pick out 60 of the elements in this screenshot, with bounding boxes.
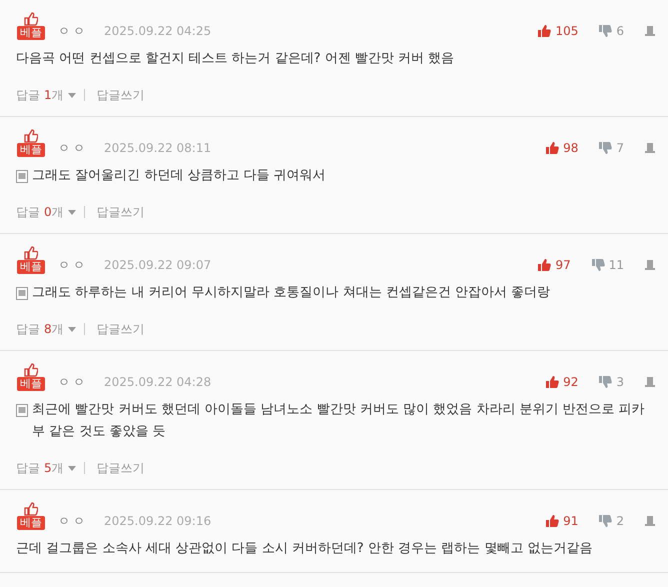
- like-count[interactable]: 105: [555, 22, 578, 40]
- best-badge: 베플: [17, 143, 45, 157]
- thumbs-down-icon: [590, 258, 605, 272]
- dislike-count[interactable]: 6: [616, 22, 624, 40]
- author-name: ㅇㅇ: [58, 257, 88, 274]
- thumbs-up-icon: [24, 246, 38, 260]
- comment-text: 최근에 빨간맛 커버도 했던데 아이돌들 남녀노소 빨간맛 커버도 많이 했었음 차라리 분위기 반전으로 피카부 같은 것도 좋았을 듯: [32, 401, 646, 441]
- thumbs-up-icon: [24, 363, 38, 377]
- comment-date: 2025.09.22 04:25: [104, 23, 212, 40]
- best-badge: 베플: [17, 26, 45, 40]
- replies-toggle[interactable]: 답글 0개: [16, 203, 76, 221]
- caret-icon: [68, 326, 76, 332]
- like-count[interactable]: 97: [555, 256, 571, 274]
- thumbs-up-icon: [24, 502, 38, 516]
- comment-text: 그래도 잘어울리긴 하던데 상큼하고 다들 귀여워서: [32, 167, 326, 185]
- replies-toggle[interactable]: 답글 8개: [16, 320, 76, 338]
- dislike-count[interactable]: 7: [616, 139, 624, 157]
- thumbs-down-icon: [598, 141, 612, 155]
- best-badge: 베플: [17, 377, 45, 391]
- caret-icon: [68, 92, 76, 98]
- comment-text: 다음곡 어떤 컨셉으로 할건지 테스트 하는거 같은데? 어젠 빨간맛 커버 했음: [16, 50, 454, 68]
- like-count[interactable]: 98: [563, 139, 578, 157]
- image-icon: [16, 170, 28, 183]
- dislike-count[interactable]: 2: [616, 512, 624, 530]
- caret-icon: [68, 466, 76, 470]
- comment-text: 그래도 하루하는 내 커리어 무시하지말라 호통질이나 쳐대는 컨셉같은건 안잡아서 좋더랑: [32, 284, 550, 302]
- author-name: ㅇㅇ: [58, 374, 88, 391]
- dislike-count[interactable]: 11: [608, 256, 624, 274]
- thumbs-up-icon: [537, 258, 552, 272]
- thumbs-up-icon: [545, 141, 560, 155]
- write-reply-link[interactable]: 답글쓰기: [96, 203, 145, 221]
- best-badge: 베플: [17, 516, 45, 530]
- like-count[interactable]: 92: [563, 373, 578, 391]
- author-name: ㅇㅇ: [58, 513, 88, 530]
- thumbs-down-icon: [598, 514, 612, 528]
- write-reply-link[interactable]: 답글쓰기: [96, 320, 145, 338]
- caret-icon: [68, 210, 76, 214]
- comment-text: 근데 걸그룹은 소속사 세대 상관없이 다들 소시 커버하던데? 안한 경우는 랩하는 몇빼고 없는거같음: [16, 540, 592, 558]
- replies-toggle[interactable]: 답글 1개: [16, 86, 76, 104]
- best-badge: 베플: [17, 260, 45, 274]
- write-reply-link[interactable]: 답글쓰기: [96, 86, 145, 104]
- author-name: ㅇㅇ: [58, 23, 88, 40]
- thumbs-up-icon: [537, 24, 552, 38]
- comment-date: 2025.09.22 08:11: [104, 140, 212, 157]
- dislike-count[interactable]: 3: [616, 373, 624, 391]
- comment-date: 2025.09.22 04:28: [104, 374, 212, 391]
- replies-toggle[interactable]: 답글 5개: [16, 459, 76, 477]
- author-name: ㅇㅇ: [58, 140, 88, 157]
- comment-date: 2025.09.22 09:07: [104, 257, 212, 274]
- like-count[interactable]: 91: [563, 512, 578, 530]
- thumbs-up-icon: [24, 129, 38, 143]
- write-reply-link[interactable]: 답글쓰기: [96, 459, 145, 477]
- thumbs-down-icon: [598, 375, 612, 389]
- thumbs-up-icon: [545, 514, 560, 528]
- image-icon: [16, 287, 28, 300]
- image-icon: [16, 404, 28, 417]
- thumbs-up-icon: [24, 12, 38, 26]
- thumbs-up-icon: [545, 375, 560, 389]
- comment-date: 2025.09.22 09:16: [104, 513, 212, 530]
- thumbs-down-icon: [598, 24, 612, 38]
